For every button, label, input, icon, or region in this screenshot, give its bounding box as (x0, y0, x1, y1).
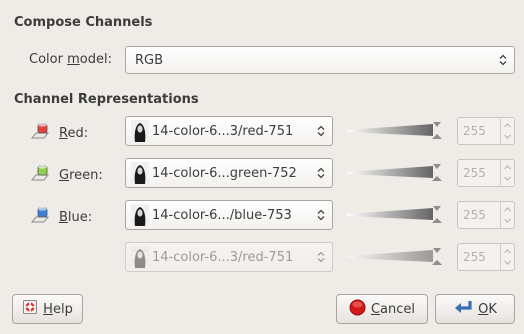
red-channel-icon (30, 121, 52, 145)
ok-button[interactable]: OK (435, 294, 515, 324)
cancel-label: ancel (380, 301, 416, 317)
channel-name: reen: (69, 167, 103, 183)
channel-value: 255 (463, 124, 486, 138)
channel-name: lue: (67, 209, 93, 225)
channel-representations-title: Channel Representations (14, 92, 199, 107)
image-thumbnail-icon (131, 162, 149, 188)
channel-source-select-2[interactable]: 14-color-6.../blue-753 (125, 200, 333, 230)
channel-value-spinner-3: 255 (457, 243, 515, 271)
updown-chevron-icon (492, 47, 514, 73)
green-channel-icon (30, 163, 52, 187)
channel-name: ed: (67, 125, 89, 141)
blue-channel-icon (30, 205, 52, 229)
channel-value-spinner-0: 255 (457, 117, 515, 145)
image-thumbnail-icon (131, 204, 149, 230)
spinner-arrows-icon (500, 244, 514, 270)
channel-level-slider-1[interactable] (347, 163, 447, 183)
channel-source-select-1[interactable]: 14-color-6...green-752 (125, 158, 333, 188)
updown-chevron-icon (310, 159, 332, 187)
ok-mnemonic: O (478, 301, 489, 317)
cancel-button[interactable]: Cancel (336, 294, 428, 324)
channel-label-2: Blue: (30, 205, 92, 229)
channel-level-slider-0[interactable] (347, 121, 447, 141)
channel-value-spinner-2: 255 (457, 201, 515, 229)
dialog-title: Compose Channels (14, 15, 153, 30)
channel-mnemonic: G (59, 167, 70, 183)
spinner-arrows-icon (500, 160, 514, 186)
channel-level-slider-3[interactable] (347, 247, 447, 267)
cancel-icon (349, 299, 366, 320)
image-thumbnail-icon (131, 120, 149, 146)
ok-label: K (488, 301, 497, 317)
updown-chevron-icon (310, 243, 332, 271)
return-arrow-icon (453, 299, 473, 319)
channel-level-slider-2[interactable] (347, 205, 447, 225)
channel-source-value: 14-color-6...3/red-751 (152, 249, 294, 265)
channel-source-value: 14-color-6...3/red-751 (152, 123, 294, 139)
updown-chevron-icon (310, 201, 332, 229)
help-mnemonic: H (43, 301, 53, 317)
channel-value: 255 (463, 208, 486, 222)
cancel-mnemonic: C (370, 301, 381, 317)
channel-source-value: 14-color-6...green-752 (152, 165, 297, 181)
image-thumbnail-icon (131, 246, 149, 272)
channel-value-spinner-1: 255 (457, 159, 515, 187)
channel-source-value: 14-color-6.../blue-753 (152, 207, 292, 223)
channel-source-select-0[interactable]: 14-color-6...3/red-751 (125, 116, 333, 146)
channel-source-select-3: 14-color-6...3/red-751 (125, 242, 333, 272)
color-model-label-prefix: Color (29, 52, 68, 67)
color-model-value: RGB (135, 52, 164, 68)
help-icon (22, 299, 38, 319)
help-button[interactable]: Help (12, 294, 83, 324)
color-model-label: Color model: (29, 52, 112, 67)
channel-value: 255 (463, 166, 486, 180)
color-model-mnemonic: m (67, 52, 80, 67)
spinner-arrows-icon (500, 118, 514, 144)
channel-label-0: Red: (30, 121, 88, 145)
color-model-label-suffix: odel: (79, 52, 112, 67)
channel-mnemonic: B (59, 209, 68, 225)
spinner-arrows-icon (500, 202, 514, 228)
color-model-select[interactable]: RGB (125, 46, 515, 74)
updown-chevron-icon (310, 117, 332, 145)
help-label: elp (52, 301, 73, 317)
channel-label-1: Green: (30, 163, 103, 187)
channel-value: 255 (463, 250, 486, 264)
